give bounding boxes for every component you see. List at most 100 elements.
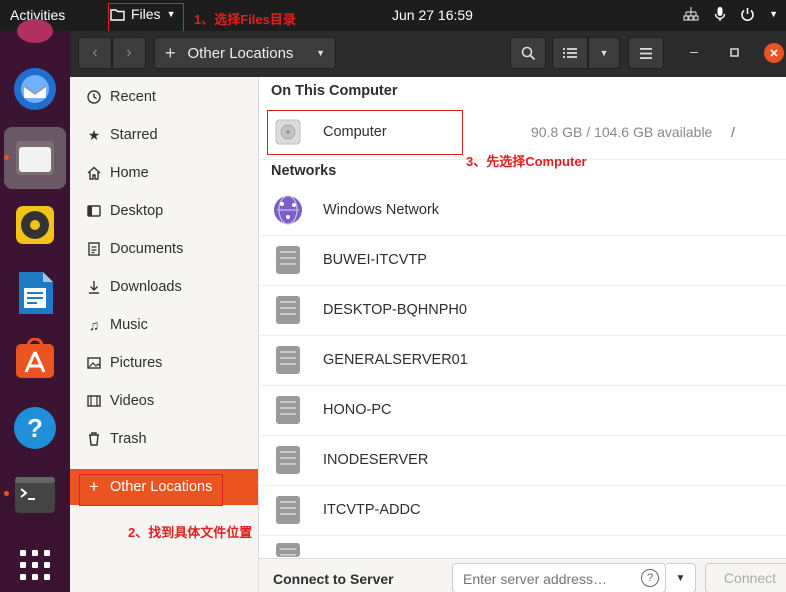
sidebar-item-label: Music	[110, 317, 148, 333]
connect-to-server-bar: Connect to Server ? ▼ Connect	[259, 558, 786, 592]
connect-button[interactable]: Connect	[705, 563, 786, 592]
downloads-icon	[82, 280, 106, 294]
network-row[interactable]: GENERALSERVER01	[259, 335, 786, 386]
network-row[interactable]: DESKTOP-BQHNPH0	[259, 285, 786, 336]
ubuntu-software-icon[interactable]	[11, 336, 59, 384]
network-row[interactable]: Windows Network	[259, 185, 786, 236]
sidebar-item-desktop[interactable]: Desktop	[70, 193, 258, 229]
plus-icon: +	[165, 42, 176, 63]
running-indicator	[4, 155, 9, 160]
connect-to-server-label: Connect to Server	[273, 571, 394, 587]
chevron-down-icon: ▼	[675, 572, 686, 584]
close-icon	[770, 49, 778, 57]
recent-servers-dropdown[interactable]: ▼	[666, 563, 696, 592]
maximize-button[interactable]	[730, 44, 739, 60]
location-name: Windows Network	[323, 202, 440, 218]
annotation-box-computer	[267, 110, 463, 155]
sidebar-item-label: Trash	[110, 431, 147, 447]
minimize-button[interactable]: –	[690, 43, 698, 59]
documents-icon	[82, 242, 106, 256]
server-address-field[interactable]: ?	[452, 563, 666, 592]
music-icon: ♫	[88, 317, 100, 333]
libreoffice-writer-icon[interactable]	[11, 269, 59, 317]
view-list-button[interactable]	[552, 37, 588, 69]
help-icon[interactable]: ?	[641, 569, 659, 587]
power-icon	[741, 7, 754, 21]
sidebar-item-trash[interactable]: Trash	[70, 421, 258, 457]
server-icon	[273, 295, 303, 325]
sidebar-item-documents[interactable]: Documents	[70, 231, 258, 267]
location-name: DESKTOP-BQHNPH0	[323, 302, 467, 318]
home-icon	[82, 166, 106, 180]
hamburger-icon	[640, 47, 652, 59]
menu-button[interactable]	[628, 37, 664, 69]
section-title-networks: Networks	[271, 163, 337, 179]
trash-icon	[82, 432, 106, 446]
help-icon[interactable]: ?	[11, 404, 59, 452]
running-indicator	[4, 491, 9, 496]
location-label: Other Locations	[187, 44, 294, 62]
network-row[interactable]: INODESERVER	[259, 435, 786, 486]
maximize-icon	[730, 48, 739, 57]
annotation-step3: 3、先选择Computer	[466, 154, 587, 169]
disk-space: 90.8 GB / 104.6 GB available	[531, 124, 713, 140]
network-row[interactable]: ITCVTP-ADDC	[259, 485, 786, 536]
server-icon	[273, 445, 303, 475]
server-address-input[interactable]	[461, 570, 635, 588]
microphone-icon	[714, 7, 726, 21]
thunderbird-icon[interactable]	[11, 65, 59, 113]
chevron-down-icon: ▼	[316, 48, 325, 58]
back-button[interactable]: ‹	[78, 37, 112, 69]
terminal-icon[interactable]	[11, 471, 59, 519]
windows-network-icon	[273, 195, 303, 225]
dock-top-partial-icon	[17, 19, 53, 43]
sidebar-item-label: Downloads	[110, 279, 182, 295]
rhythmbox-icon[interactable]	[11, 201, 59, 249]
server-icon	[273, 345, 303, 375]
clock[interactable]: Jun 27 16:59	[392, 7, 473, 23]
pictures-icon	[82, 357, 106, 369]
network-row[interactable]: HONO-PC	[259, 385, 786, 436]
network-row[interactable]: BUWEI-ITCVTP	[259, 235, 786, 286]
sidebar-item-pictures[interactable]: Pictures	[70, 345, 258, 381]
sidebar-item-videos[interactable]: Videos	[70, 383, 258, 419]
network-row-partial	[259, 537, 786, 557]
server-icon	[273, 395, 303, 425]
location-name: INODESERVER	[323, 452, 429, 468]
system-tray[interactable]: ▼	[682, 6, 778, 22]
clock-icon	[82, 90, 106, 104]
sidebar-item-label: Recent	[110, 89, 156, 105]
chevron-down-icon: ▼	[769, 9, 778, 19]
server-icon	[276, 543, 300, 557]
show-apps-icon[interactable]	[11, 541, 59, 589]
sidebar-item-home[interactable]: Home	[70, 155, 258, 191]
sidebar-item-label: Documents	[110, 241, 184, 257]
view-options-button[interactable]: ▼	[588, 37, 620, 69]
annotation-box-files	[108, 3, 184, 32]
server-icon	[273, 495, 303, 525]
location-name: BUWEI-ITCVTP	[323, 252, 427, 268]
sidebar-item-downloads[interactable]: Downloads	[70, 269, 258, 305]
annotation-step1: 1、选择Files目录	[194, 12, 296, 27]
forward-button[interactable]: ›	[112, 37, 146, 69]
mount-point: /	[731, 124, 735, 140]
sidebar-item-recent[interactable]: Recent	[70, 79, 258, 115]
sidebar-item-starred[interactable]: ★ Starred	[70, 117, 258, 153]
sidebar-item-label: Starred	[110, 127, 158, 143]
sidebar-item-label: Pictures	[110, 355, 163, 371]
location-name: HONO-PC	[323, 402, 392, 418]
search-button[interactable]	[510, 37, 546, 69]
location-path-button[interactable]: + Other Locations ▼	[154, 37, 336, 69]
sidebar: Recent ★ Starred Home Desktop Documents …	[70, 77, 259, 592]
files-icon[interactable]	[11, 134, 59, 182]
network-icon	[683, 7, 699, 21]
chevron-down-icon: ▼	[599, 48, 609, 58]
list-view-icon	[563, 48, 577, 58]
sidebar-item-music[interactable]: ♫ Music	[70, 307, 258, 343]
star-icon: ★	[87, 126, 101, 143]
annotation-step2: 2、找到具体文件位置	[128, 525, 253, 540]
close-button[interactable]	[764, 43, 784, 63]
svg-text:?: ?	[27, 413, 43, 443]
section-title-on-this-computer: On This Computer	[271, 83, 398, 99]
sidebar-item-label: Home	[110, 165, 149, 181]
